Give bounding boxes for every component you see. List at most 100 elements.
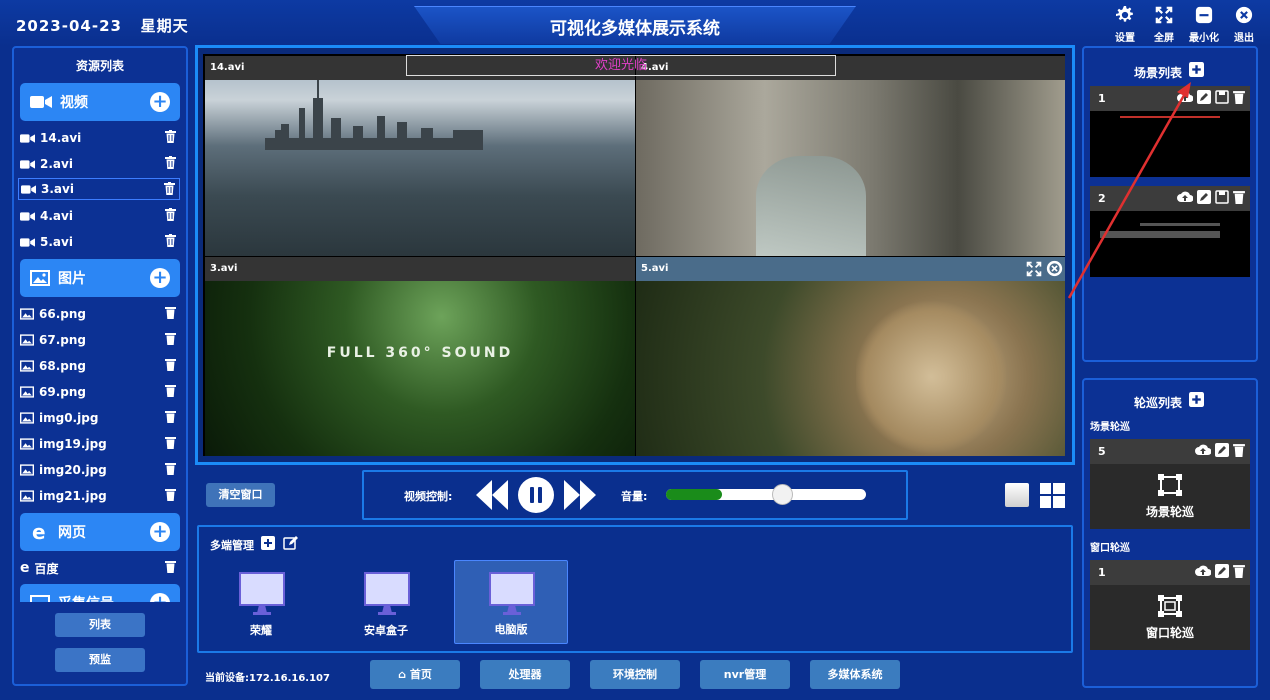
add-image-button[interactable]: + (150, 268, 170, 288)
list-item[interactable]: img20.jpg (18, 459, 180, 481)
trash-icon[interactable] (165, 332, 176, 348)
save-icon[interactable] (1215, 190, 1229, 204)
list-item[interactable]: 5.avi (18, 231, 180, 253)
category-web[interactable]: e 网页 + (20, 513, 180, 551)
list-item[interactable]: 66.png (18, 303, 180, 325)
trash-icon[interactable] (165, 488, 176, 504)
close-icon (1235, 6, 1253, 24)
device-honor[interactable]: 荣耀 (204, 560, 318, 644)
marquee-banner[interactable]: 欢迎光临 (406, 55, 836, 76)
list-button[interactable]: 列表 (55, 613, 145, 637)
trash-icon[interactable] (165, 358, 176, 374)
add-capture-button[interactable]: + (150, 593, 170, 602)
add-web-button[interactable]: + (150, 522, 170, 542)
nav-nvr[interactable]: nvr管理 (700, 660, 790, 689)
window-tour-label: 窗口轮巡 (1090, 543, 1130, 554)
rewind-icon[interactable] (476, 480, 508, 510)
close-icon[interactable] (1046, 260, 1063, 277)
trash-icon[interactable] (165, 306, 176, 322)
volume-knob[interactable] (772, 484, 793, 505)
nav-multimedia[interactable]: 多媒体系统 (810, 660, 900, 689)
trash-icon[interactable] (165, 560, 176, 576)
video-window-2[interactable]: 4.avi (636, 56, 1065, 256)
image-icon (20, 386, 34, 398)
list-item[interactable]: 68.png (18, 355, 180, 377)
preview-button[interactable]: 预监 (55, 648, 145, 672)
save-icon[interactable] (1215, 90, 1229, 104)
list-item[interactable]: 2.avi (18, 153, 180, 175)
video-camera-icon (20, 133, 35, 143)
exit-button[interactable]: 退出 (1226, 4, 1262, 44)
trash-icon[interactable] (165, 462, 176, 478)
pause-icon (530, 487, 542, 503)
list-item[interactable]: img21.jpg (18, 485, 180, 507)
trash-icon[interactable] (165, 234, 176, 250)
cloud-upload-icon[interactable] (1195, 443, 1211, 457)
trash-icon[interactable] (1233, 564, 1245, 578)
list-item[interactable]: 69.png (18, 381, 180, 403)
add-scene-icon[interactable] (1189, 62, 1204, 77)
edit-icon[interactable] (283, 535, 299, 551)
city-skyline (265, 80, 483, 150)
list-item[interactable]: img19.jpg (18, 433, 180, 455)
trash-icon[interactable] (1233, 90, 1245, 104)
fast-forward-icon[interactable] (564, 480, 596, 510)
trash-icon[interactable] (165, 436, 176, 452)
nav-environment[interactable]: 环境控制 (590, 660, 680, 689)
fullscreen-button[interactable]: 全屏 (1146, 4, 1182, 44)
volume-slider[interactable] (666, 484, 866, 505)
volume-fill (666, 489, 722, 500)
image-icon (20, 438, 34, 450)
pencil-icon[interactable] (1215, 443, 1229, 457)
minimize-button[interactable]: 最小化 (1186, 4, 1222, 44)
list-item[interactable]: 4.avi (18, 205, 180, 227)
minimize-icon (1195, 6, 1213, 24)
grid-layout-icon[interactable] (1040, 483, 1065, 508)
pause-button[interactable] (518, 477, 554, 513)
trash-icon[interactable] (1233, 443, 1245, 457)
image-icon (20, 334, 34, 346)
scene-tour-card[interactable]: 5 场景轮巡 (1090, 439, 1250, 529)
leopard-shape (856, 297, 1006, 456)
expand-icon[interactable] (1026, 261, 1042, 277)
category-capture[interactable]: 采集信号 + (20, 584, 180, 602)
category-video[interactable]: 视频 + (20, 83, 180, 121)
device-android-box[interactable]: 安卓盒子 (329, 560, 443, 644)
list-item[interactable]: 14.avi (18, 127, 180, 149)
nav-home[interactable]: ⌂ 首页 (370, 660, 460, 689)
single-layout-icon[interactable] (1005, 483, 1029, 507)
trash-icon[interactable] (165, 130, 176, 146)
monitor-icon (489, 572, 535, 615)
list-item[interactable]: img0.jpg (18, 407, 180, 429)
scene-tour-label: 场景轮巡 (1090, 422, 1130, 433)
trash-icon[interactable] (165, 384, 176, 400)
add-tour-icon[interactable] (1189, 392, 1204, 407)
list-item[interactable]: e 百度 (18, 557, 180, 579)
scene-tour-icon (1158, 474, 1182, 496)
trash-icon[interactable] (165, 410, 176, 426)
video-window-3[interactable]: FULL 360° SOUND 3.avi (205, 257, 635, 456)
gear-icon (1116, 6, 1133, 22)
trash-icon[interactable] (1233, 190, 1245, 204)
settings-button[interactable]: 设置 (1107, 4, 1143, 44)
ie-browser-icon: e (20, 560, 30, 576)
window-tour-card[interactable]: 1 窗口轮巡 (1090, 560, 1250, 650)
device-pc[interactable]: 电脑版 (454, 560, 568, 644)
video-window-4[interactable]: 5.avi (636, 257, 1065, 456)
trash-icon[interactable] (165, 156, 176, 172)
video-camera-icon (20, 237, 35, 247)
list-item[interactable]: 3.avi (18, 178, 180, 200)
add-video-button[interactable]: + (150, 92, 170, 112)
category-image[interactable]: 图片 + (20, 259, 180, 297)
pencil-icon[interactable] (1215, 564, 1229, 578)
video-window-1[interactable]: 14.avi (205, 56, 635, 256)
video-camera-icon (20, 159, 35, 169)
clear-windows-button[interactable]: 清空窗口 (206, 483, 275, 507)
list-item[interactable]: 67.png (18, 329, 180, 351)
nav-processor[interactable]: 处理器 (480, 660, 570, 689)
video-label: 5.avi (636, 257, 1065, 281)
add-icon[interactable] (261, 536, 275, 550)
cloud-upload-icon[interactable] (1195, 564, 1211, 578)
trash-icon[interactable] (165, 208, 176, 224)
trash-icon[interactable] (164, 182, 175, 198)
